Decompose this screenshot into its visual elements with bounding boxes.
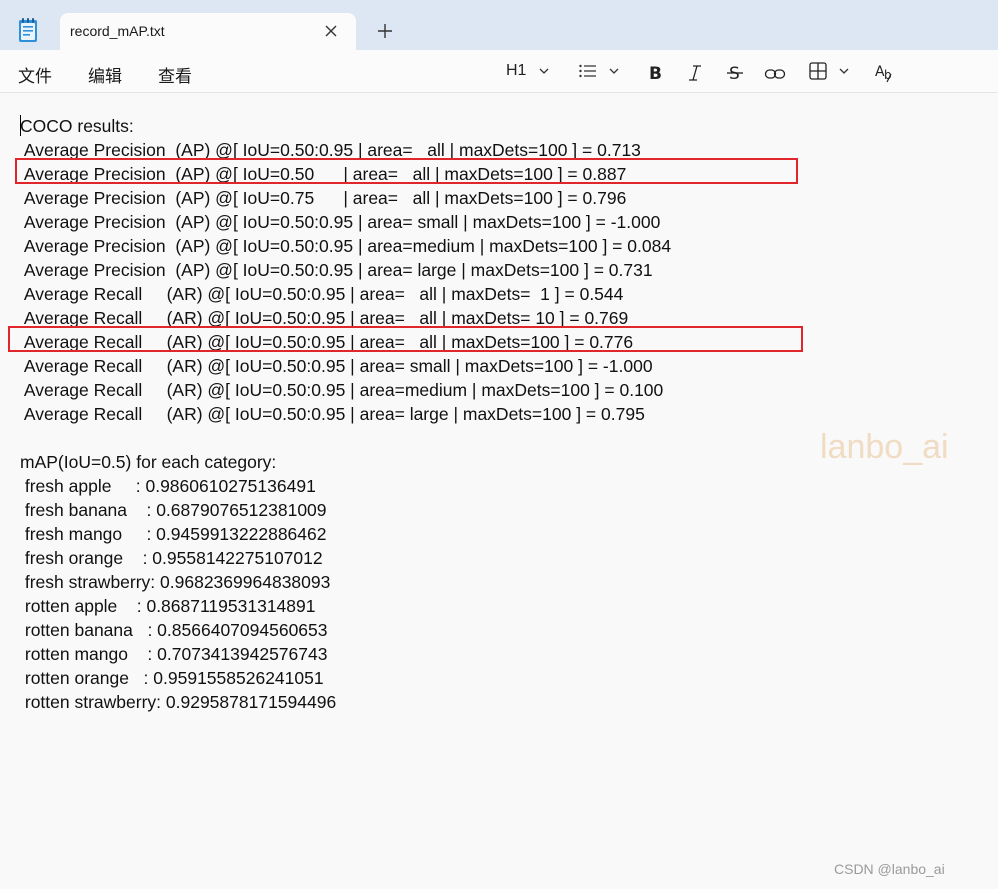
chevron-down-icon (839, 68, 849, 74)
text-editor[interactable]: COCO results: Average Precision (AP) @[ … (0, 93, 998, 889)
text-line: fresh orange : 0.9558142275107012 (20, 548, 323, 568)
text-line: Average Recall (AR) @[ IoU=0.50:0.95 | a… (20, 380, 664, 400)
title-bar: record_mAP.txt (0, 0, 998, 50)
menu-edit[interactable]: 编辑 (88, 62, 122, 87)
list-dropdown[interactable] (578, 59, 622, 83)
strikethrough-icon[interactable]: S (726, 61, 744, 85)
table-icon (809, 62, 827, 80)
text-line: Average Recall (AR) @[ IoU=0.50:0.95 | a… (20, 284, 624, 304)
chevron-down-icon (539, 68, 549, 74)
svg-text:S: S (729, 64, 740, 84)
link-icon[interactable] (764, 62, 786, 86)
bulleted-list-icon (579, 64, 596, 78)
text-line: fresh strawberry: 0.9682369964838093 (20, 572, 331, 592)
text-line: fresh banana : 0.6879076512381009 (20, 500, 327, 520)
text-line: mAP(IoU=0.5) for each category: (20, 452, 277, 472)
table-dropdown[interactable] (808, 59, 852, 83)
tab-title: record_mAP.txt (70, 23, 165, 39)
heading-dropdown[interactable]: H1 (506, 59, 552, 83)
svg-text:B: B (649, 64, 662, 84)
chevron-down-icon (609, 68, 619, 74)
text-line: rotten orange : 0.9591558526241051 (20, 668, 324, 688)
text-line: Average Recall (AR) @[ IoU=0.50:0.95 | a… (20, 356, 653, 376)
text-line: Average Precision (AP) @[ IoU=0.50:0.95 … (20, 236, 672, 256)
text-line: rotten mango : 0.7073413942576743 (20, 644, 328, 664)
highlight-box-ar100 (8, 326, 803, 352)
heading-label: H1 (506, 62, 527, 79)
menu-bar: 文件 编辑 查看 H1 B S A b (0, 50, 998, 93)
menu-view[interactable]: 查看 (158, 62, 192, 87)
text-line: Average Precision (AP) @[ IoU=0.50:0.95 … (20, 212, 661, 232)
tab-record-map[interactable]: record_mAP.txt (60, 13, 356, 50)
text-line: fresh apple : 0.9860610275136491 (20, 476, 316, 496)
bold-icon[interactable]: B (646, 61, 664, 85)
credit-text: CSDN @lanbo_ai (834, 861, 945, 877)
watermark-text: lanbo_ai (820, 428, 949, 466)
italic-icon[interactable] (686, 61, 704, 85)
menu-file[interactable]: 文件 (18, 62, 52, 87)
close-icon[interactable] (322, 22, 340, 40)
text-line: Average Precision (AP) @[ IoU=0.75 | are… (20, 188, 627, 208)
text-line: Average Precision (AP) @[ IoU=0.50:0.95 … (20, 260, 653, 280)
text-line: rotten apple : 0.8687119531314891 (20, 596, 316, 616)
text-line: rotten banana : 0.8566407094560653 (20, 620, 328, 640)
text-line (20, 426, 671, 450)
text-line: fresh mango : 0.9459913222886462 (20, 524, 327, 544)
notepad-icon (19, 18, 37, 42)
spellcheck-icon[interactable]: A b (874, 61, 896, 85)
text-line: Average Recall (AR) @[ IoU=0.50:0.95 | a… (20, 404, 645, 424)
text-line: rotten strawberry: 0.9295878171594496 (20, 692, 337, 712)
highlight-box-ap50 (15, 158, 798, 184)
plus-icon[interactable] (376, 22, 394, 40)
text-line: COCO results: (20, 116, 134, 136)
document-text[interactable]: COCO results: Average Precision (AP) @[ … (20, 114, 671, 714)
